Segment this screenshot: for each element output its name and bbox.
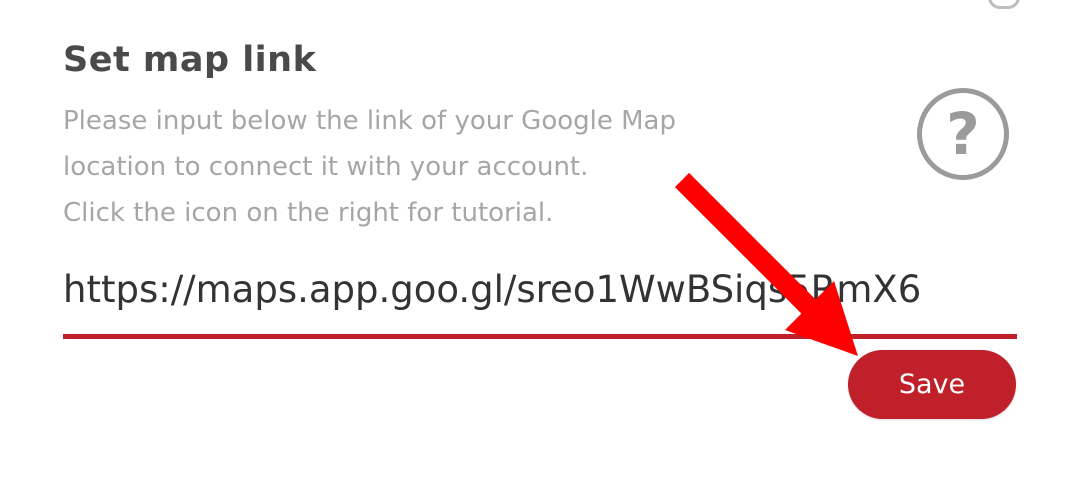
description-line-2: location to connect it with your account…	[63, 152, 589, 182]
section-title: Set map link	[63, 40, 317, 80]
description-line-3: Click the icon on the right for tutorial…	[63, 198, 554, 228]
help-question-glyph: ?	[946, 100, 980, 168]
map-link-field	[63, 255, 1017, 341]
section-description: Please input below the link of your Goog…	[63, 98, 863, 236]
set-map-link-panel: Set map link Please input below the link…	[0, 0, 1080, 500]
save-button[interactable]: Save	[848, 350, 1016, 419]
description-line-1: Please input below the link of your Goog…	[63, 106, 676, 136]
clipped-icon-edge	[988, 0, 1020, 9]
map-link-input[interactable]	[63, 255, 1017, 317]
help-question-icon[interactable]: ?	[917, 88, 1009, 180]
input-underline	[63, 334, 1017, 339]
